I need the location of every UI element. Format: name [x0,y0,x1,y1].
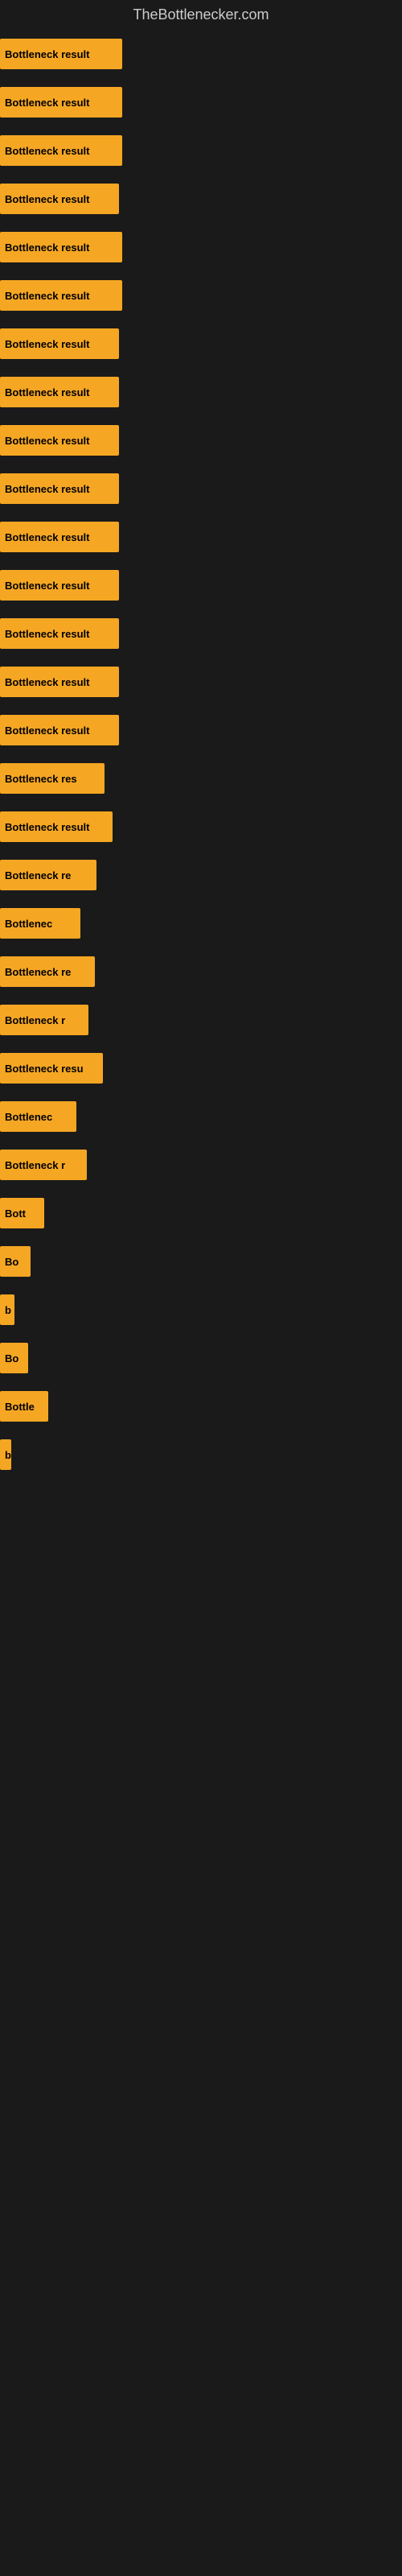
bar-row-12: Bottleneck result [0,609,402,658]
bar-row-38 [0,1672,402,1696]
bar-row-4: Bottleneck result [0,223,402,271]
bottleneck-bar-25[interactable]: Bo [0,1246,31,1277]
bar-row-9: Bottleneck result [0,464,402,513]
bar-row-32 [0,1527,402,1551]
bar-row-15: Bottleneck res [0,754,402,803]
bar-row-21: Bottleneck resu [0,1044,402,1092]
bottleneck-bar-29[interactable]: b [0,1439,11,1470]
bottleneck-bar-17[interactable]: Bottleneck re [0,860,96,890]
bottleneck-bar-3[interactable]: Bottleneck result [0,184,119,214]
bar-row-14: Bottleneck result [0,706,402,754]
bottleneck-bar-5[interactable]: Bottleneck result [0,280,122,311]
bottleneck-bar-16[interactable]: Bottleneck result [0,811,113,842]
bar-row-39 [0,1696,402,1720]
bar-row-30 [0,1479,402,1503]
bottleneck-bar-8[interactable]: Bottleneck result [0,425,119,456]
bottleneck-bar-27[interactable]: Bo [0,1343,28,1373]
bar-row-11: Bottleneck result [0,561,402,609]
bottleneck-bar-18[interactable]: Bottlenec [0,908,80,939]
bar-row-16: Bottleneck result [0,803,402,851]
bar-row-26: b [0,1286,402,1334]
bottleneck-bar-9[interactable]: Bottleneck result [0,473,119,504]
bottleneck-bar-6[interactable]: Bottleneck result [0,328,119,359]
bar-row-13: Bottleneck result [0,658,402,706]
site-title: TheBottlenecker.com [0,0,402,30]
bottleneck-bar-24[interactable]: Bott [0,1198,44,1228]
bar-row-22: Bottlenec [0,1092,402,1141]
bottleneck-bar-13[interactable]: Bottleneck result [0,667,119,697]
bar-row-33 [0,1551,402,1575]
bar-row-31 [0,1503,402,1527]
bottleneck-bar-26[interactable]: b [0,1294,14,1325]
bar-row-24: Bott [0,1189,402,1237]
bottleneck-bar-7[interactable]: Bottleneck result [0,377,119,407]
bar-row-8: Bottleneck result [0,416,402,464]
bar-row-18: Bottlenec [0,899,402,947]
bottleneck-bar-12[interactable]: Bottleneck result [0,618,119,649]
bars-container: Bottleneck result Bottleneck result Bottle… [0,30,402,1720]
bar-row-35 [0,1600,402,1624]
bottleneck-bar-4[interactable]: Bottleneck result [0,232,122,262]
bar-row-23: Bottleneck r [0,1141,402,1189]
bottleneck-bar-15[interactable]: Bottleneck res [0,763,105,794]
bottleneck-bar-19[interactable]: Bottleneck re [0,956,95,987]
bar-row-2: Bottleneck result [0,126,402,175]
bar-row-0: Bottleneck result [0,30,402,78]
bar-row-1: Bottleneck result [0,78,402,126]
bar-row-17: Bottleneck re [0,851,402,899]
bar-row-19: Bottleneck re [0,947,402,996]
bar-row-7: Bottleneck result [0,368,402,416]
bottleneck-bar-2[interactable]: Bottleneck result [0,135,122,166]
bar-row-20: Bottleneck r [0,996,402,1044]
bottleneck-bar-10[interactable]: Bottleneck result [0,522,119,552]
bottleneck-bar-14[interactable]: Bottleneck result [0,715,119,745]
bar-row-6: Bottleneck result [0,320,402,368]
bottleneck-bar-28[interactable]: Bottle [0,1391,48,1422]
bottleneck-bar-11[interactable]: Bottleneck result [0,570,119,601]
bottleneck-bar-20[interactable]: Bottleneck r [0,1005,88,1035]
bar-row-34 [0,1575,402,1600]
bottleneck-bar-21[interactable]: Bottleneck resu [0,1053,103,1084]
bar-row-5: Bottleneck result [0,271,402,320]
bottleneck-bar-1[interactable]: Bottleneck result [0,87,122,118]
bottleneck-bar-0[interactable]: Bottleneck result [0,39,122,69]
bar-row-3: Bottleneck result [0,175,402,223]
bar-row-29: b [0,1430,402,1479]
site-title-container: TheBottlenecker.com [0,0,402,30]
bottleneck-bar-22[interactable]: Bottlenec [0,1101,76,1132]
bar-row-37 [0,1648,402,1672]
bar-row-36 [0,1624,402,1648]
bar-row-28: Bottle [0,1382,402,1430]
bar-row-10: Bottleneck result [0,513,402,561]
bottleneck-bar-23[interactable]: Bottleneck r [0,1150,87,1180]
bar-row-27: Bo [0,1334,402,1382]
bar-row-25: Bo [0,1237,402,1286]
